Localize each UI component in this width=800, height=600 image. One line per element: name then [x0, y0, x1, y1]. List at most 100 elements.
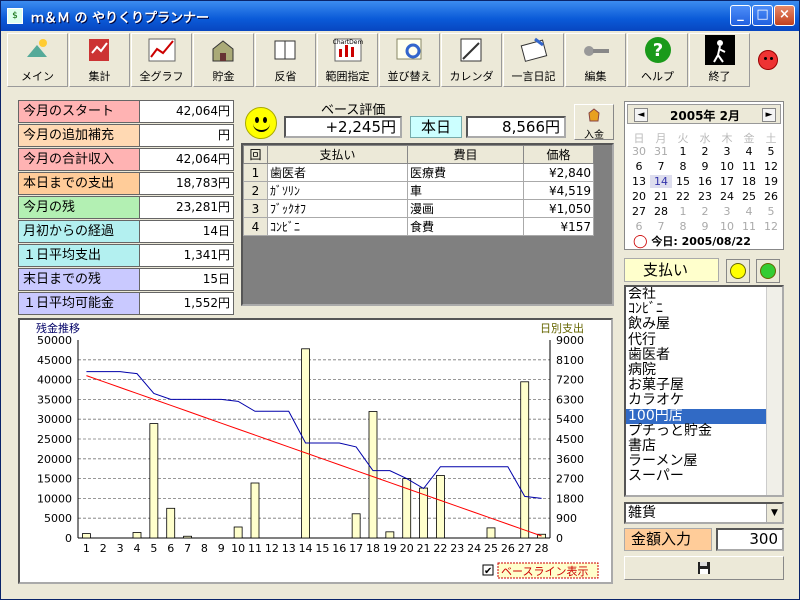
- list-item[interactable]: 飲み屋: [626, 317, 782, 332]
- summary-table: 今月のスタート 42,064円 今月の追加補充円今月の合計収入 42,064円 本日まで…: [18, 100, 234, 316]
- list-item[interactable]: スーパー: [626, 469, 782, 484]
- list-item[interactable]: プチっと貯金: [626, 423, 782, 439]
- toolbar-button-edit[interactable]: 編集: [565, 33, 626, 87]
- calendar-day[interactable]: 8: [672, 160, 694, 173]
- calendar-day[interactable]: 1: [672, 145, 694, 158]
- list-item[interactable]: 病院: [626, 362, 782, 378]
- toolbar-label: 全グラフ: [139, 70, 184, 83]
- list-item[interactable]: 代行: [626, 332, 782, 348]
- column-header[interactable]: 価格: [523, 145, 594, 164]
- diary-icon: [517, 35, 551, 65]
- calendar-day[interactable]: 12: [760, 160, 782, 173]
- calendar-day[interactable]: 19: [760, 175, 782, 188]
- calendar-day[interactable]: 6: [628, 220, 650, 233]
- y-tick-label-right: 6300: [556, 393, 584, 406]
- list-item[interactable]: 100円店: [626, 408, 782, 424]
- calendar-day[interactable]: 30: [628, 145, 650, 158]
- list-item[interactable]: 会社: [626, 287, 782, 302]
- table-row[interactable]: 1 歯医者 医療費 ¥2,840: [243, 163, 594, 182]
- calendar-day[interactable]: 31: [650, 145, 672, 158]
- list-item[interactable]: お菓子屋: [626, 378, 782, 393]
- amount-input[interactable]: 300: [716, 528, 784, 551]
- payments-grid[interactable]: 回支払い 費目 価格 1 歯医者 医療費 ¥2,840 2 ｶﾞｿﾘﾝ車 ¥4,519 3 ﾌﾞｯｸ…: [241, 143, 614, 306]
- calendar-day[interactable]: 5: [760, 145, 782, 158]
- calendar-day[interactable]: 21: [650, 190, 672, 203]
- table-row[interactable]: 4 ｺﾝﾋﾞﾆ 食費 ¥157: [243, 217, 594, 236]
- calendar-day[interactable]: 9: [694, 220, 716, 233]
- calendar-day[interactable]: 11: [738, 220, 760, 233]
- column-header[interactable]: 回: [243, 145, 268, 164]
- calendar-day[interactable]: 8: [672, 220, 694, 233]
- category-combo[interactable]: 雑貨 ▼: [624, 502, 784, 524]
- chevron-down-icon[interactable]: ▼: [766, 504, 782, 522]
- table-row[interactable]: 3 ﾌﾞｯｸｵﾌ 漫画 ¥1,050: [243, 199, 594, 218]
- calendar-day[interactable]: 6: [628, 160, 650, 173]
- close-button[interactable]: ×: [774, 5, 795, 26]
- list-item[interactable]: カラオケ: [626, 393, 782, 408]
- maximize-button[interactable]: □: [752, 5, 773, 26]
- calendar-day[interactable]: 12: [760, 220, 782, 233]
- calendar-day[interactable]: 2: [694, 145, 716, 158]
- table-row[interactable]: 2 ｶﾞｿﾘﾝ車 ¥4,519: [243, 181, 594, 200]
- calendar-day[interactable]: 3: [716, 145, 738, 158]
- toolbar-button-sort[interactable]: 並び替え: [379, 33, 440, 87]
- calendar-day[interactable]: 1: [672, 205, 694, 218]
- toolbar-button-review[interactable]: 反省: [255, 33, 316, 87]
- payee-list[interactable]: 会社 ｺﾝﾋﾞﾆ 飲み屋 代行 歯医者 病院 お菓子屋 カラオケ 100円店 プチっと貯金 書店 ラー…: [624, 285, 784, 497]
- list-item[interactable]: 歯医者: [626, 347, 782, 363]
- calendar-day[interactable]: 4: [738, 145, 760, 158]
- calendar-day[interactable]: 25: [738, 190, 760, 203]
- toolbar-button-help[interactable]: ? ヘルプ: [627, 33, 688, 87]
- calendar-day[interactable]: 7: [650, 220, 672, 233]
- calendar-day[interactable]: 24: [716, 190, 738, 203]
- calendar-day[interactable]: 3: [716, 205, 738, 218]
- list-item[interactable]: 書店: [626, 438, 782, 454]
- list-item[interactable]: ｺﾝﾋﾞﾆ: [626, 302, 782, 317]
- toolbar-button-range[interactable]: ChartDem 範囲指定: [317, 33, 378, 87]
- calendar-day[interactable]: 28: [650, 205, 672, 218]
- minimize-button[interactable]: _: [730, 5, 751, 26]
- toolbar-button-diary[interactable]: 一言日記: [503, 33, 564, 87]
- calendar-day[interactable]: 10: [716, 160, 738, 173]
- calendar-day[interactable]: 2: [694, 205, 716, 218]
- calendar-day[interactable]: 9: [694, 160, 716, 173]
- calendar-day[interactable]: 11: [738, 160, 760, 173]
- list-scrollbar[interactable]: [766, 287, 782, 495]
- list-item[interactable]: ラーメン屋: [626, 453, 782, 469]
- calendar-day[interactable]: 26: [760, 190, 782, 203]
- toolbar-button-graph[interactable]: 全グラフ: [131, 33, 192, 87]
- calendar-day[interactable]: 15: [672, 175, 694, 188]
- calendar-day[interactable]: 20: [628, 190, 650, 203]
- x-tick-label: 22: [433, 542, 447, 555]
- deposit-button[interactable]: 入金: [574, 104, 614, 141]
- calendar-day[interactable]: 10: [716, 220, 738, 233]
- calendar-day[interactable]: 13: [628, 175, 650, 188]
- toolbar-button-calendar[interactable]: カレンダ: [441, 33, 502, 87]
- calendar-today[interactable]: ◯ 今日: 2005/08/22: [633, 233, 751, 249]
- calendar-day[interactable]: 7: [650, 160, 672, 173]
- calendar-day[interactable]: 27: [628, 205, 650, 218]
- app-icon[interactable]: $: [7, 8, 23, 24]
- toolbar-button-savings[interactable]: 貯金: [193, 33, 254, 87]
- calendar-day[interactable]: 14: [650, 175, 672, 188]
- save-button[interactable]: [624, 556, 784, 580]
- savings-icon: [207, 35, 241, 65]
- y-tick-label-left: 15000: [37, 473, 72, 486]
- calendar-day[interactable]: 23: [694, 190, 716, 203]
- toolbar-button-main[interactable]: メイン: [7, 33, 68, 87]
- sad-face-button[interactable]: [756, 259, 780, 283]
- calendar-day[interactable]: 5: [760, 205, 782, 218]
- calendar-day[interactable]: 18: [738, 175, 760, 188]
- column-header[interactable]: 費目: [407, 145, 524, 164]
- column-header[interactable]: 支払い: [267, 145, 408, 164]
- calendar-day[interactable]: 22: [672, 190, 694, 203]
- x-tick-label: 6: [167, 542, 174, 555]
- prev-month-button[interactable]: ◄: [634, 108, 648, 122]
- next-month-button[interactable]: ►: [762, 108, 776, 122]
- calendar-day[interactable]: 16: [694, 175, 716, 188]
- toolbar-button-summary[interactable]: 集計: [69, 33, 130, 87]
- calendar-day[interactable]: 17: [716, 175, 738, 188]
- calendar-day[interactable]: 4: [738, 205, 760, 218]
- toolbar-button-exit[interactable]: 終了: [689, 33, 750, 87]
- happy-face-button[interactable]: [726, 259, 750, 283]
